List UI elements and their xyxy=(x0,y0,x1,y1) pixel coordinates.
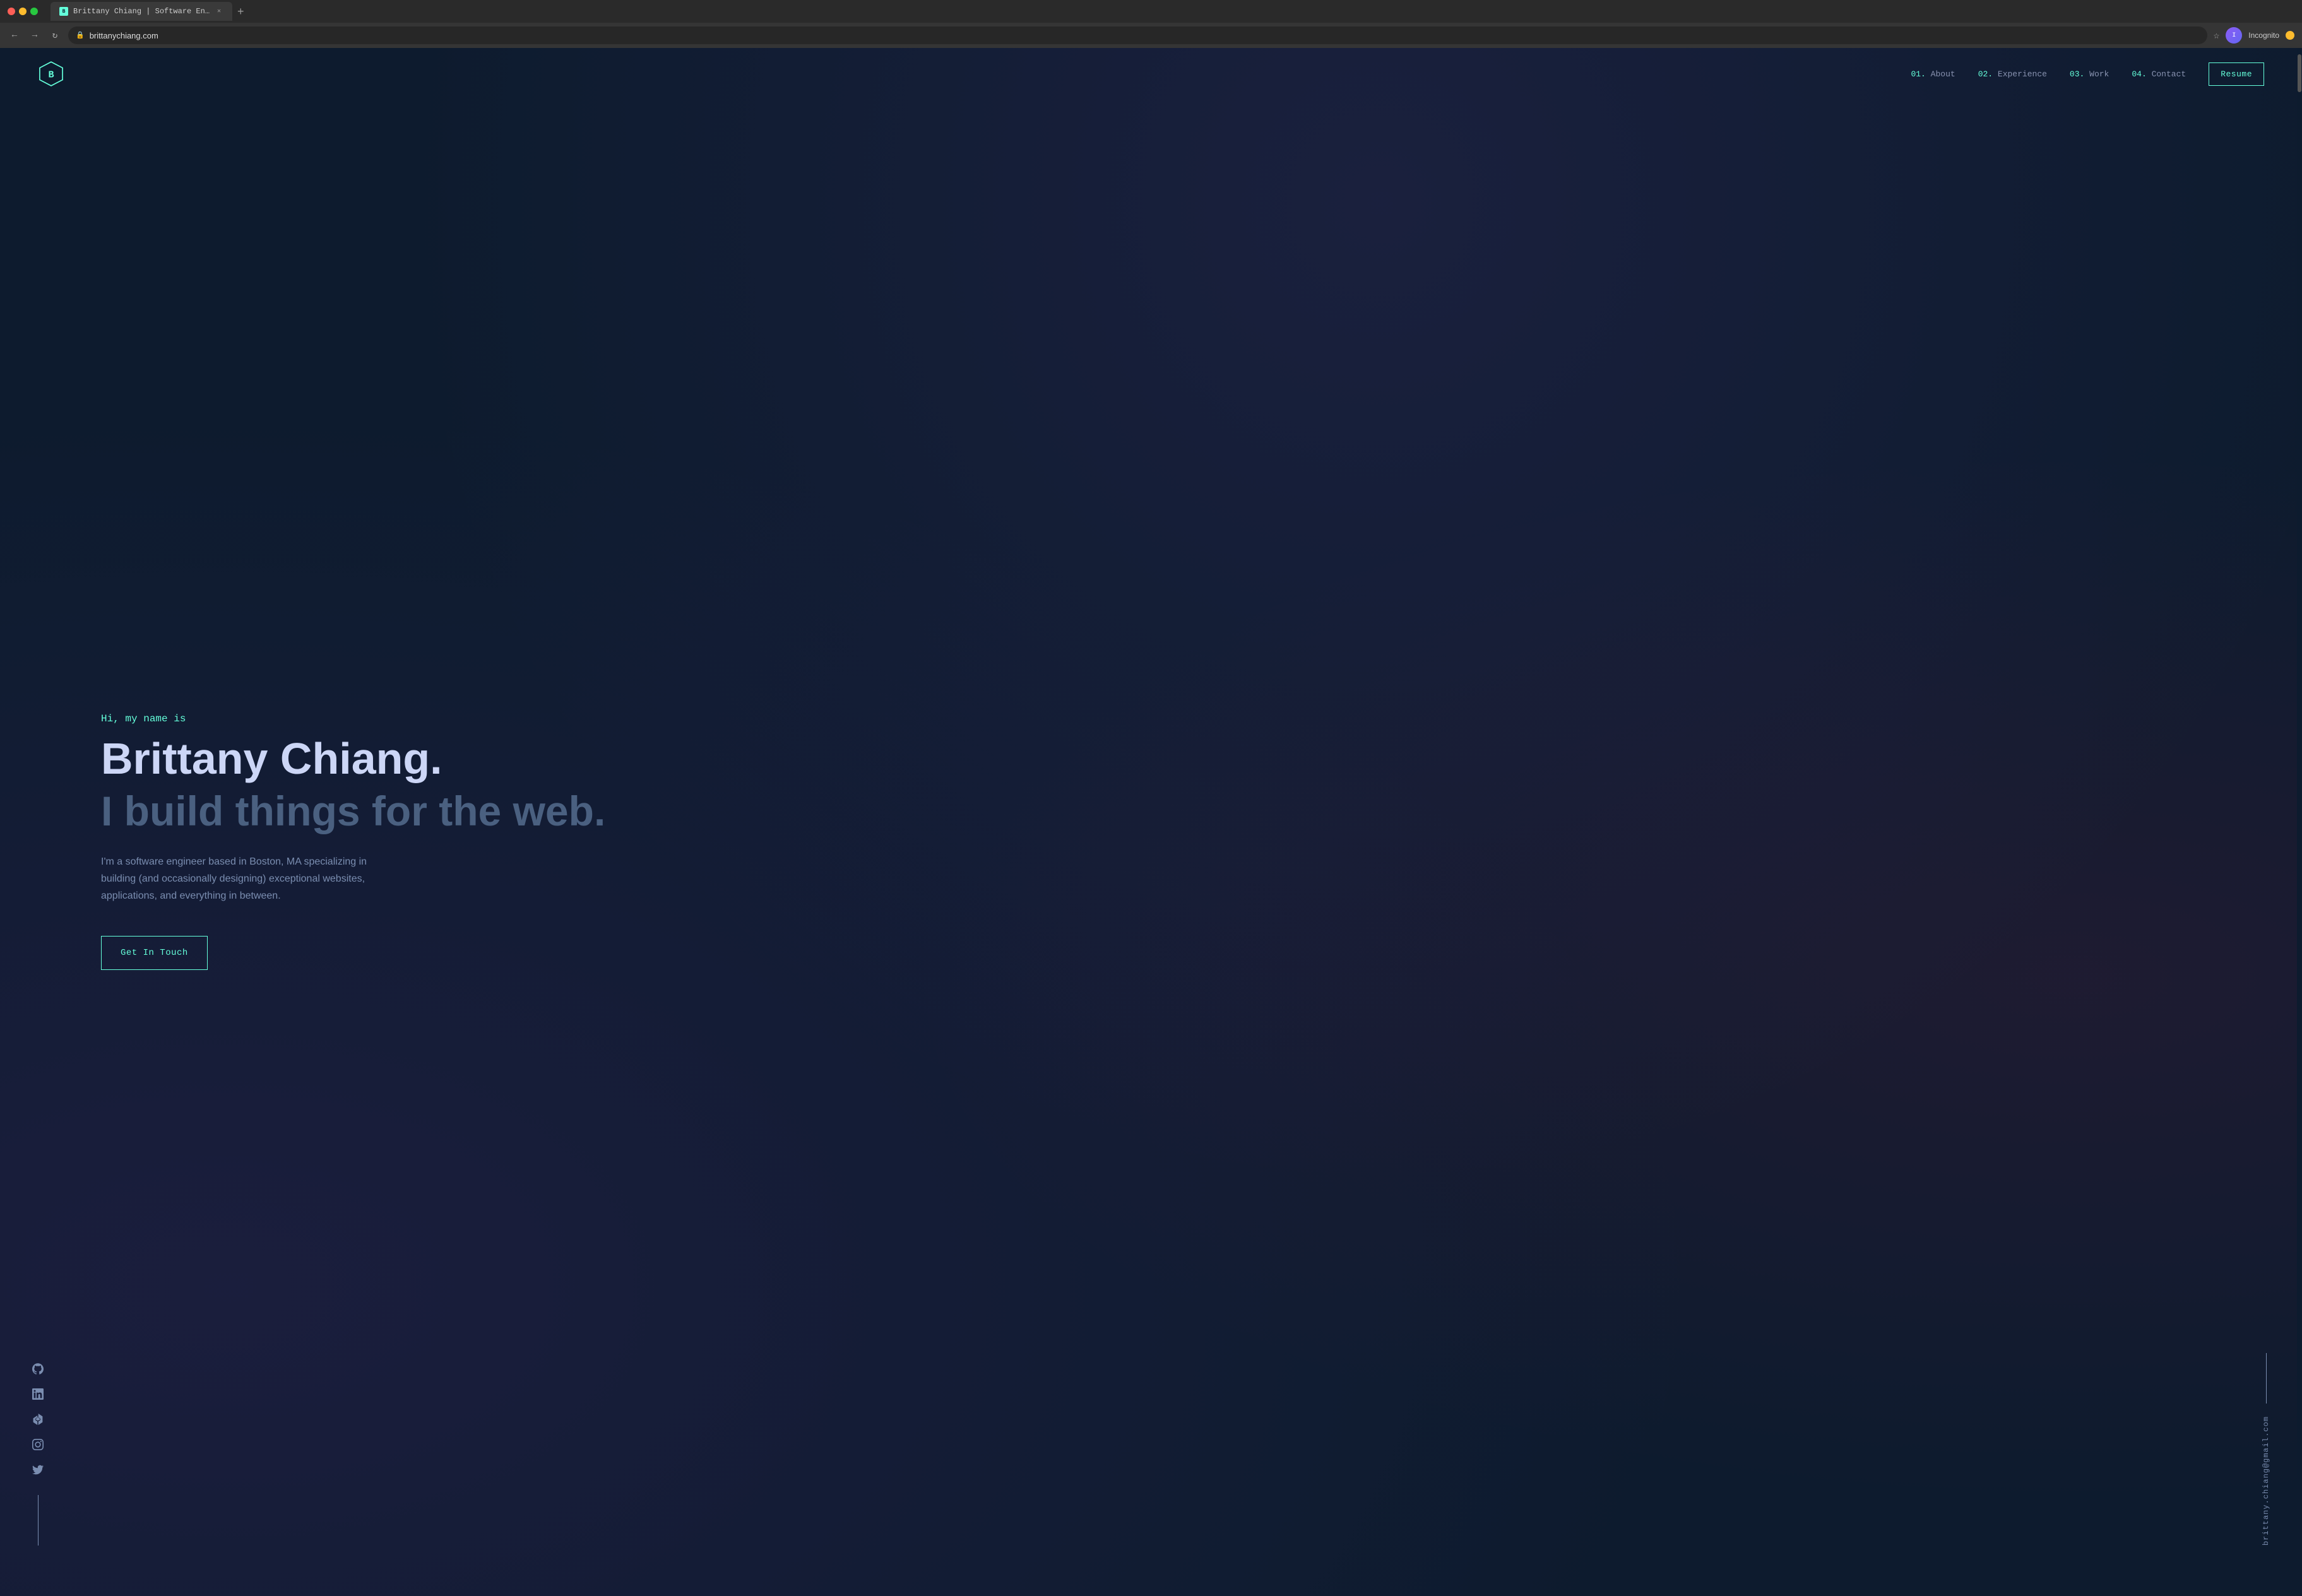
profile-avatar: I xyxy=(2226,27,2242,44)
hex-svg: B xyxy=(38,61,64,87)
minimize-button[interactable] xyxy=(19,8,27,15)
hero-description: I'm a software engineer based in Boston,… xyxy=(101,853,404,905)
browser-window: B Brittany Chiang | Software En… ✕ + ← →… xyxy=(0,0,2302,1596)
hero-name: Brittany Chiang. xyxy=(101,735,2264,783)
website-content: B 01. About 02. Experience 03. Work 04. … xyxy=(0,48,2302,1596)
instagram-icon[interactable] xyxy=(32,1438,44,1451)
browser-titlebar: B Brittany Chiang | Software En… ✕ + xyxy=(0,0,2302,23)
menu-dot[interactable] xyxy=(2286,31,2294,40)
resume-button[interactable]: Resume xyxy=(2209,62,2264,86)
linkedin-svg xyxy=(32,1388,44,1400)
logo[interactable]: B xyxy=(38,61,64,87)
tab-bar: B Brittany Chiang | Software En… ✕ + xyxy=(50,2,2294,21)
github-svg xyxy=(32,1363,44,1374)
nav-label-work: Work xyxy=(2089,69,2109,79)
back-button[interactable]: ← xyxy=(8,28,21,42)
toolbar-right: ☆ I Incognito xyxy=(2214,27,2294,44)
email-sidebar: brittany.chiang@gmail.com xyxy=(2262,1353,2270,1546)
url-text: brittanychiang.com xyxy=(90,31,158,40)
nav-num-about: 01. xyxy=(1911,69,1930,79)
nav-label-experience: Experience xyxy=(1998,69,2047,79)
svg-text:B: B xyxy=(48,69,54,80)
browser-toolbar: ← → ↻ 🔒 brittanychiang.com ☆ I Incognito xyxy=(0,23,2302,48)
bookmark-icon[interactable]: ☆ xyxy=(2214,29,2220,42)
linkedin-icon[interactable] xyxy=(32,1388,44,1400)
reload-button[interactable]: ↻ xyxy=(48,28,62,42)
nav-num-contact: 04. xyxy=(2132,69,2151,79)
hero-tagline: I build things for the web. xyxy=(101,788,2264,834)
social-sidebar xyxy=(32,1363,44,1546)
hero-greeting: Hi, my name is xyxy=(101,713,2264,724)
nav-num-experience: 02. xyxy=(1978,69,1998,79)
hero-section: Hi, my name is Brittany Chiang. I build … xyxy=(0,100,2302,1596)
nav-link-about[interactable]: 01. About xyxy=(1911,69,1955,79)
hex-logo: B xyxy=(38,61,64,87)
tab-close-button[interactable]: ✕ xyxy=(215,7,223,16)
codepen-svg xyxy=(32,1414,44,1425)
forward-button[interactable]: → xyxy=(28,28,42,42)
address-bar[interactable]: 🔒 brittanychiang.com xyxy=(68,27,2207,44)
profile-button[interactable]: I xyxy=(2226,27,2242,44)
nav-num-work: 03. xyxy=(2070,69,2089,79)
social-line xyxy=(38,1495,39,1546)
nav-link-experience[interactable]: 02. Experience xyxy=(1978,69,2047,79)
github-icon[interactable] xyxy=(32,1363,44,1375)
twitter-svg xyxy=(32,1464,44,1475)
nav-links: 01. About 02. Experience 03. Work 04. Co… xyxy=(1911,62,2264,86)
email-line-top xyxy=(2266,1353,2267,1404)
get-in-touch-button[interactable]: Get In Touch xyxy=(101,936,208,970)
new-tab-button[interactable]: + xyxy=(232,6,249,17)
nav-link-contact[interactable]: 04. Contact xyxy=(2132,69,2186,79)
active-tab[interactable]: B Brittany Chiang | Software En… ✕ xyxy=(50,2,232,21)
email-address[interactable]: brittany.chiang@gmail.com xyxy=(2262,1416,2270,1546)
instagram-svg xyxy=(32,1439,44,1450)
close-button[interactable] xyxy=(8,8,15,15)
maximize-button[interactable] xyxy=(30,8,38,15)
twitter-icon[interactable] xyxy=(32,1463,44,1476)
site-navigation: B 01. About 02. Experience 03. Work 04. … xyxy=(0,48,2302,100)
tab-favicon: B xyxy=(59,7,68,16)
nav-label-about: About xyxy=(1931,69,1955,79)
traffic-lights xyxy=(8,8,38,15)
nav-label-contact: Contact xyxy=(2152,69,2186,79)
incognito-label: Incognito xyxy=(2248,31,2279,40)
nav-link-work[interactable]: 03. Work xyxy=(2070,69,2109,79)
security-icon: 🔒 xyxy=(76,31,85,40)
codepen-icon[interactable] xyxy=(32,1413,44,1426)
tab-title: Brittany Chiang | Software En… xyxy=(73,7,210,16)
